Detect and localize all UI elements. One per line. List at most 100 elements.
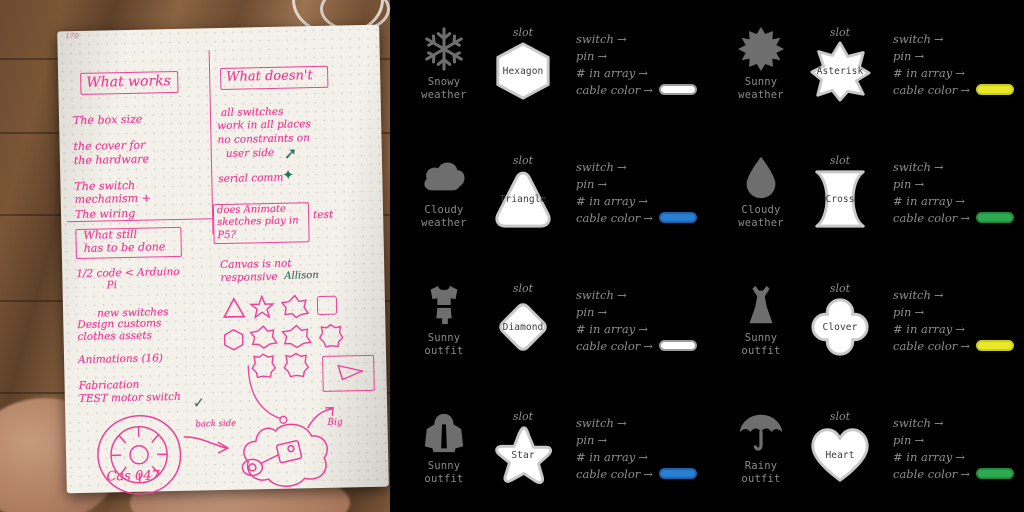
arrow-icon: → — [914, 48, 925, 63]
icon-label-line1: Rainy — [744, 459, 778, 472]
prop-switch[interactable]: switch → — [576, 158, 707, 175]
entry-clover: Sunny outfit slot Clover switch → pin → # in arr… — [707, 256, 1024, 384]
prop-cable-color[interactable]: cable color → — [576, 465, 707, 482]
prop-switch[interactable]: switch → — [893, 30, 1024, 47]
prop-pin[interactable]: pin → — [893, 431, 1024, 448]
works-item-1: The box size — [72, 112, 143, 128]
prop-index[interactable]: # in array → — [893, 448, 1024, 465]
prop-pin[interactable]: pin → — [576, 431, 707, 448]
prop-switch[interactable]: switch → — [576, 414, 707, 431]
sketch-arrow-up — [306, 407, 334, 429]
screenshot-root: 170 What works The box size the cover fo… — [0, 0, 1024, 512]
prop-cable-label: cable color — [576, 466, 641, 481]
arrow-icon: → — [643, 210, 653, 225]
entry-asterisk: Sunny weather slot Asterisk switch → pin → # in … — [707, 0, 1024, 128]
icon-label-line2: outfit — [424, 345, 464, 357]
cable-color-swatch[interactable] — [975, 468, 1014, 479]
prop-switch[interactable]: switch → — [893, 158, 1024, 175]
prop-cable-color[interactable]: cable color → — [893, 337, 1024, 354]
shape-column: slot Hexagon — [480, 26, 566, 102]
icon-label-line2: outfit — [424, 473, 464, 485]
prop-cable-color[interactable]: cable color → — [893, 81, 1024, 98]
arrow-icon: → — [643, 338, 653, 353]
properties-column: switch → pin → # in array → cable color → — [883, 30, 1024, 98]
umbrella-icon — [738, 410, 784, 456]
prop-switch[interactable]: switch → — [576, 286, 707, 303]
doesnt-item-7: sketches play in — [217, 215, 299, 229]
shape-cross-icon[interactable]: Cross — [808, 168, 872, 230]
icon-label: Sunny outfit — [424, 460, 463, 486]
entry-hexagon: Snowy weather slot Hexagon switch → pin → # in a… — [390, 0, 707, 128]
cloud-icon — [421, 154, 467, 200]
prop-switch-label: switch — [893, 159, 931, 174]
prop-cable-color[interactable]: cable color → — [893, 465, 1024, 482]
prop-pin[interactable]: pin → — [576, 47, 707, 64]
cable-color-swatch[interactable] — [658, 340, 697, 351]
prop-cable-color[interactable]: cable color → — [576, 81, 707, 98]
prop-index-label: # in array — [576, 321, 636, 336]
cable-color-swatch[interactable] — [975, 340, 1014, 351]
prop-switch[interactable]: switch → — [893, 414, 1024, 431]
arrow-icon: → — [638, 65, 648, 80]
hoodie-icon — [421, 410, 467, 456]
properties-column: switch → pin → # in array → cable color → — [883, 414, 1024, 482]
shape-asterisk-icon[interactable]: Asterisk — [808, 40, 872, 102]
sketch-hexagon — [223, 328, 244, 351]
cable-color-swatch[interactable] — [658, 84, 697, 95]
shape-hexagon-icon[interactable]: Hexagon — [491, 40, 555, 102]
arrow-icon: → — [960, 82, 970, 97]
arrow-icon: → — [955, 65, 965, 80]
prop-index-label: # in array — [893, 65, 953, 80]
prop-cable-color[interactable]: cable color → — [576, 337, 707, 354]
prop-index[interactable]: # in array → — [893, 64, 1024, 81]
cable-color-swatch[interactable] — [975, 212, 1014, 223]
prop-index-label: # in array — [576, 193, 636, 208]
arrow-icon: → — [933, 287, 944, 302]
icon-label-line1: Snowy — [427, 75, 461, 88]
arrow-icon: → — [643, 466, 653, 481]
prop-switch[interactable]: switch → — [893, 286, 1024, 303]
prop-index[interactable]: # in array → — [893, 192, 1024, 209]
prop-index[interactable]: # in array → — [576, 64, 707, 81]
slot-label: slot — [512, 410, 534, 423]
prop-pin[interactable]: pin → — [576, 175, 707, 192]
arrow-icon: → — [597, 304, 608, 319]
what-works-heading: What works — [86, 73, 172, 91]
shape-heart-icon[interactable]: Heart — [808, 424, 872, 486]
shape-triangle-icon[interactable]: Triangle — [491, 168, 555, 230]
prop-index-label: # in array — [893, 449, 953, 464]
shape-star-icon[interactable]: Star — [491, 424, 555, 486]
prop-pin[interactable]: pin → — [893, 175, 1024, 192]
prop-cable-label: cable color — [576, 82, 641, 97]
shape-column: slot Heart — [797, 410, 883, 486]
cable-color-swatch[interactable] — [658, 468, 697, 479]
prop-index[interactable]: # in array → — [576, 192, 707, 209]
icon-label-line1: Sunny — [427, 331, 461, 344]
prop-index[interactable]: # in array → — [893, 320, 1024, 337]
icon-column: Sunny outfit — [725, 282, 797, 358]
prop-cable-color[interactable]: cable color → — [576, 209, 707, 226]
arrow-icon: → — [960, 466, 970, 481]
prop-index[interactable]: # in array → — [576, 448, 707, 465]
entry-grid: Snowy weather slot Hexagon switch → pin → # in a… — [390, 0, 1024, 512]
slot-label: slot — [829, 282, 851, 295]
todo-item-6: Animations (16) — [77, 352, 164, 367]
prop-index-label: # in array — [576, 449, 636, 464]
prop-pin[interactable]: pin → — [576, 303, 707, 320]
icon-label: Snowy weather — [421, 76, 467, 102]
shape-column: slot Clover — [797, 282, 883, 358]
shape-clover-icon[interactable]: Clover — [808, 296, 872, 358]
prop-pin[interactable]: pin → — [893, 303, 1024, 320]
cable-color-swatch[interactable] — [658, 212, 697, 223]
cable-color-swatch[interactable] — [975, 84, 1014, 95]
prop-switch[interactable]: switch → — [576, 30, 707, 47]
shape-diamond-icon[interactable]: Diamond — [491, 296, 555, 358]
works-item-2: the cover for — [73, 138, 146, 154]
prop-switch-label: switch — [576, 287, 614, 302]
prop-index[interactable]: # in array → — [576, 320, 707, 337]
prop-cable-color[interactable]: cable color → — [893, 209, 1024, 226]
icon-label-line2: outfit — [741, 473, 781, 485]
icon-column: Cloudy weather — [408, 154, 480, 230]
arrow-icon: → — [955, 321, 965, 336]
prop-pin[interactable]: pin → — [893, 47, 1024, 64]
